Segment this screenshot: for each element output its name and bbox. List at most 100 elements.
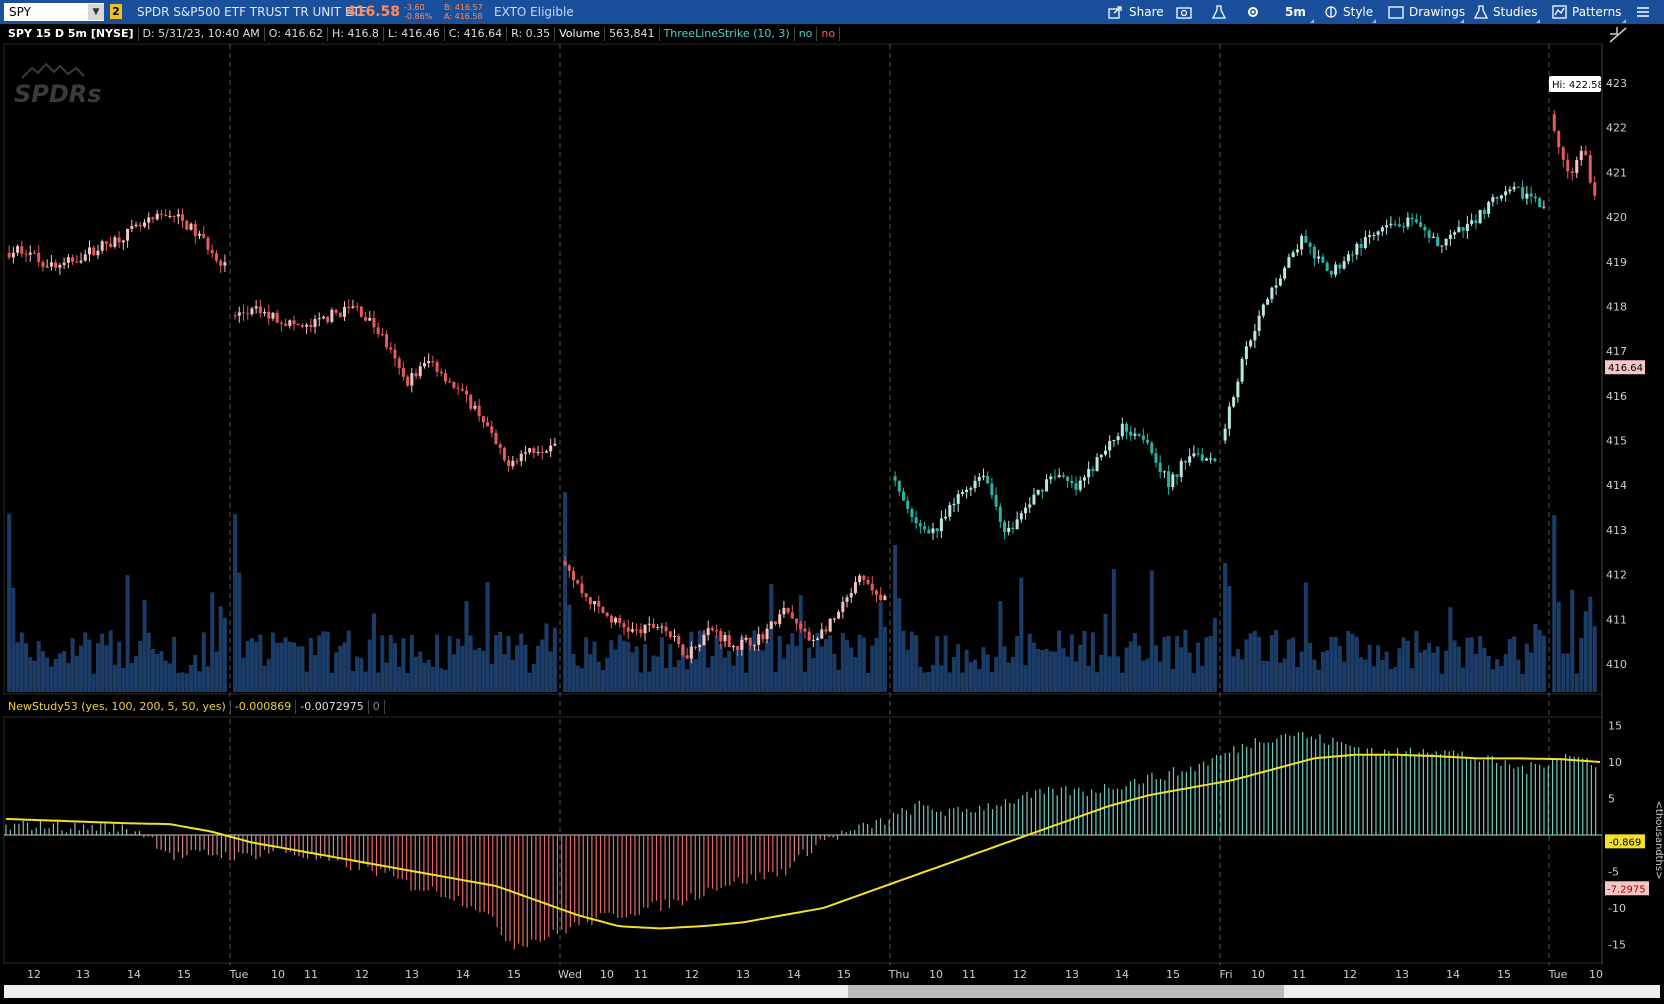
candle-body [960, 492, 964, 495]
volume-bar [710, 655, 715, 692]
volume-bar [540, 639, 545, 692]
candle-body [803, 628, 807, 632]
volume-bar [95, 643, 100, 692]
candle [1533, 193, 1537, 203]
volume-bar [1342, 661, 1347, 692]
candle-body [79, 260, 83, 263]
candle [202, 226, 206, 239]
candle [164, 208, 168, 217]
volume-bar [613, 649, 618, 692]
scrollbar-right-area[interactable] [1438, 985, 1660, 998]
candle [960, 489, 964, 497]
candle-body [1465, 223, 1469, 231]
candle [460, 383, 464, 392]
candle [246, 306, 250, 320]
volume-bar [443, 669, 448, 692]
candle [151, 216, 155, 224]
volume-bar [1529, 652, 1534, 692]
candle [401, 361, 405, 381]
candle [845, 594, 849, 608]
candle-body [242, 312, 246, 314]
volume-bar [1295, 666, 1300, 692]
volume-bar [146, 632, 151, 692]
volume-bar [1478, 635, 1483, 692]
volume-bar [210, 592, 215, 692]
candle [1402, 222, 1406, 233]
candle [906, 496, 910, 514]
candle [584, 593, 588, 602]
candle [1329, 270, 1333, 278]
candle-body [279, 322, 283, 324]
candle [969, 486, 973, 497]
candle [439, 368, 443, 377]
candle-body [267, 311, 271, 319]
price-chart[interactable]: SPDRs Hi: 422.58 423 422 421 420 419 418 417 416… [0, 0, 1664, 1004]
candle-body [994, 495, 998, 507]
candle [1011, 521, 1015, 535]
candle [914, 510, 918, 529]
candle [519, 450, 523, 467]
volume-bar [622, 640, 627, 692]
volume-bar [874, 637, 879, 692]
volume-bar [321, 631, 326, 692]
candle [1461, 227, 1465, 239]
candle [263, 308, 267, 317]
candle [219, 258, 223, 274]
candle-body [1338, 264, 1342, 269]
candle-body [1427, 230, 1431, 238]
volume-bar [1320, 651, 1325, 692]
volume-bar [1153, 645, 1158, 692]
candle-body [1552, 114, 1556, 131]
volume-bar [989, 671, 994, 692]
volume-bar [685, 669, 690, 692]
candle [113, 235, 117, 249]
volume-bar [258, 634, 263, 692]
candle [1120, 417, 1124, 440]
candle [351, 299, 355, 310]
candle [486, 416, 490, 427]
candle-body [389, 347, 393, 350]
candle-body [918, 523, 922, 527]
candle [1024, 502, 1028, 520]
candle-body [828, 618, 832, 632]
lower-tick-label: -5 [1608, 866, 1619, 879]
volume-bar [292, 642, 297, 692]
volume-bar [922, 672, 927, 692]
candle [727, 630, 731, 648]
candle-body [1070, 480, 1074, 484]
volume-bar [634, 646, 639, 692]
candle [397, 355, 401, 375]
candle-body [1120, 423, 1124, 437]
scrollbar-thumb[interactable] [848, 985, 1284, 998]
candle [532, 446, 536, 459]
candle [1213, 457, 1217, 463]
candle-body [45, 266, 49, 268]
candle-body [778, 614, 782, 625]
candle-body [862, 575, 866, 580]
candle-body [473, 405, 477, 409]
candle-body [92, 247, 96, 256]
candle-body [1385, 225, 1389, 228]
candle-body [1036, 489, 1040, 495]
volume-bar [150, 648, 155, 692]
candle [456, 383, 460, 395]
candle-body [1444, 238, 1448, 246]
candle-body [1204, 458, 1208, 461]
candle-body [626, 627, 630, 632]
candle-body [1440, 245, 1444, 247]
time-tick-label: 12 [355, 968, 369, 981]
volume-bar [1095, 672, 1100, 692]
candle-body [481, 416, 485, 423]
candle-body [849, 593, 853, 598]
volume-bar [1592, 626, 1597, 692]
candle-body [134, 224, 138, 227]
volume-bar [498, 631, 503, 692]
candle [1253, 323, 1257, 349]
candle [1116, 432, 1120, 445]
volume-bar [460, 645, 465, 692]
candle-body [33, 252, 36, 254]
candle [368, 311, 372, 321]
volume-bar [914, 635, 919, 692]
lower-value2-label: -7.2975 [1607, 884, 1646, 895]
current-price-label: 416.64 [1608, 363, 1643, 374]
